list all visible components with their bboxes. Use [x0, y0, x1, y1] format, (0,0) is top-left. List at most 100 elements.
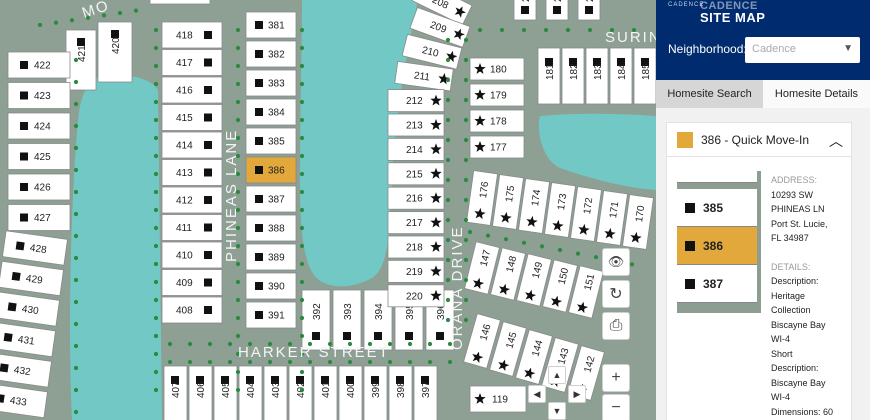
homesite-lot[interactable]: 219: [387, 259, 445, 283]
homesite-lot[interactable]: 421: [65, 29, 97, 91]
homesite-lot[interactable]: 402: [288, 365, 313, 420]
homesite-lot[interactable]: 217: [387, 211, 445, 235]
homesite-lot[interactable]: 205: [577, 0, 601, 21]
tree-icon: [445, 157, 451, 163]
homesite-lot[interactable]: 424: [7, 112, 71, 140]
homesite-lot[interactable]: 392: [301, 289, 331, 351]
tree-icon: [299, 81, 305, 87]
site-map-canvas[interactable]: 418 417 416 415 414 413 412 411 410 409 408 381 382 3…: [0, 0, 656, 420]
tab-homesite-search[interactable]: Homesite Search: [656, 80, 763, 108]
tree-icon: [463, 37, 469, 43]
homesite-lot[interactable]: 390: [245, 272, 297, 300]
homesite-lot[interactable]: 391: [245, 301, 297, 329]
homesite-lot[interactable]: 406: [188, 365, 213, 420]
homesite-lot[interactable]: 386: [245, 156, 297, 184]
homesite-lot[interactable]: 179: [469, 83, 525, 107]
homesite-lot[interactable]: 399: [363, 365, 388, 420]
lot-shape[interactable]: [161, 214, 223, 241]
pan-right-button[interactable]: ▶: [568, 385, 586, 403]
homesite-lot[interactable]: 181: [537, 47, 561, 105]
lot-number: 398: [396, 381, 407, 398]
homesite-marker-icon: [11, 271, 21, 281]
homesite-lot[interactable]: 183: [585, 47, 609, 105]
homesite-lot[interactable]: 413: [161, 159, 223, 186]
tree-icon: [543, 27, 549, 33]
tree-icon: [73, 79, 79, 85]
homesite-lot[interactable]: 182: [561, 47, 585, 105]
homesite-lot[interactable]: 410: [161, 241, 223, 269]
homesite-lot[interactable]: 384: [245, 98, 297, 126]
homesite-lot[interactable]: 387: [245, 185, 297, 213]
homesite-lot[interactable]: 423: [7, 82, 71, 109]
homesite-lot[interactable]: 180: [469, 57, 525, 81]
homesite-lot[interactable]: 178: [469, 109, 525, 133]
homesite-lot[interactable]: 407: [163, 365, 188, 420]
homesite-lot[interactable]: 206: [545, 0, 569, 21]
neighborhood-select[interactable]: Cadence ▼: [745, 37, 860, 63]
homesite-lot[interactable]: 389: [245, 243, 297, 271]
homesite-lot[interactable]: 214: [387, 137, 445, 161]
chevron-up-icon[interactable]: ︿: [829, 131, 843, 151]
homesite-lot[interactable]: 426: [7, 173, 71, 201]
homesite-lot[interactable]: 213: [387, 113, 445, 137]
homesite-lot[interactable]: 416: [161, 76, 223, 104]
homesite-lot[interactable]: 414: [161, 131, 223, 159]
homesite-lot[interactable]: 425: [7, 143, 71, 170]
print-button[interactable]: ⎙: [602, 312, 630, 340]
homesite-lot[interactable]: 415: [161, 104, 223, 131]
homesite-lot[interactable]: 397: [413, 365, 438, 420]
homesite-lot[interactable]: 418: [161, 21, 223, 49]
homesite-marker-icon: [3, 332, 13, 342]
homesite-lot[interactable]: 385: [245, 127, 297, 155]
details-line: Heritage: [771, 290, 806, 301]
homesite-lot[interactable]: 422: [7, 51, 71, 79]
zoom-out-button[interactable]: −: [602, 394, 630, 420]
homesite-lot[interactable]: 419: [149, 0, 211, 5]
homesite-lot[interactable]: 215: [387, 162, 445, 186]
tree-icon: [153, 261, 159, 267]
homesite-lot[interactable]: 408: [161, 296, 223, 324]
pan-down-button[interactable]: ▼: [548, 402, 566, 420]
homesite-lot[interactable]: 420: [97, 21, 133, 83]
homesite-lot[interactable]: 220: [387, 284, 445, 308]
homesite-lot[interactable]: 393: [332, 289, 362, 351]
homesite-card-header[interactable]: 386 - Quick Move-In ︿: [667, 123, 851, 157]
homesite-lot[interactable]: 383: [245, 69, 297, 97]
homesite-lot[interactable]: 185: [633, 47, 656, 105]
homesite-lot[interactable]: 427: [7, 204, 71, 231]
site-map[interactable]: 418 417 416 415 414 413 412 411 410 409 408 381 382 3…: [0, 0, 656, 420]
homesite-lot[interactable]: 412: [161, 186, 223, 214]
homesite-lot[interactable]: 382: [245, 40, 297, 68]
homesite-lot[interactable]: 177: [469, 135, 525, 159]
pan-left-button[interactable]: ◀: [528, 385, 546, 403]
tree-icon: [73, 409, 79, 415]
homesite-lot[interactable]: 404: [238, 365, 263, 420]
homesite-lot[interactable]: 409: [161, 269, 223, 296]
lot-number: 217: [406, 218, 423, 229]
homesite-lot[interactable]: 401: [313, 365, 338, 420]
homesite-lot[interactable]: 400: [338, 365, 363, 420]
reset-view-button[interactable]: ↻: [602, 280, 630, 308]
homesite-lot[interactable]: 381: [245, 11, 297, 39]
homesite-lot[interactable]: 405: [213, 365, 238, 420]
homesite-lot[interactable]: 411: [161, 214, 223, 241]
homesite-lot[interactable]: 398: [388, 365, 413, 420]
homesite-lot[interactable]: 417: [161, 49, 223, 76]
zoom-in-button[interactable]: +: [602, 364, 630, 392]
tree-icon: [207, 341, 213, 347]
tab-homesite-details[interactable]: Homesite Details: [763, 80, 870, 108]
homesite-lot[interactable]: 207: [513, 0, 537, 21]
homesite-lot[interactable]: 184: [609, 47, 633, 105]
lot-shape[interactable]: [149, 0, 211, 5]
homesite-lot[interactable]: 218: [387, 235, 445, 259]
homesite-lot[interactable]: 119: [469, 385, 527, 413]
lot-number: 220: [406, 291, 423, 302]
homesite-lot[interactable]: 403: [263, 365, 288, 420]
pan-up-button[interactable]: ▲: [548, 366, 566, 384]
homesite-marker-icon: [255, 21, 263, 29]
homesite-lot[interactable]: 212: [387, 89, 445, 112]
toggle-visibility-button[interactable]: 👁: [602, 248, 630, 276]
homesite-lot[interactable]: 216: [387, 186, 445, 210]
details-line: WI-4: [771, 334, 790, 344]
homesite-lot[interactable]: 388: [245, 214, 297, 242]
